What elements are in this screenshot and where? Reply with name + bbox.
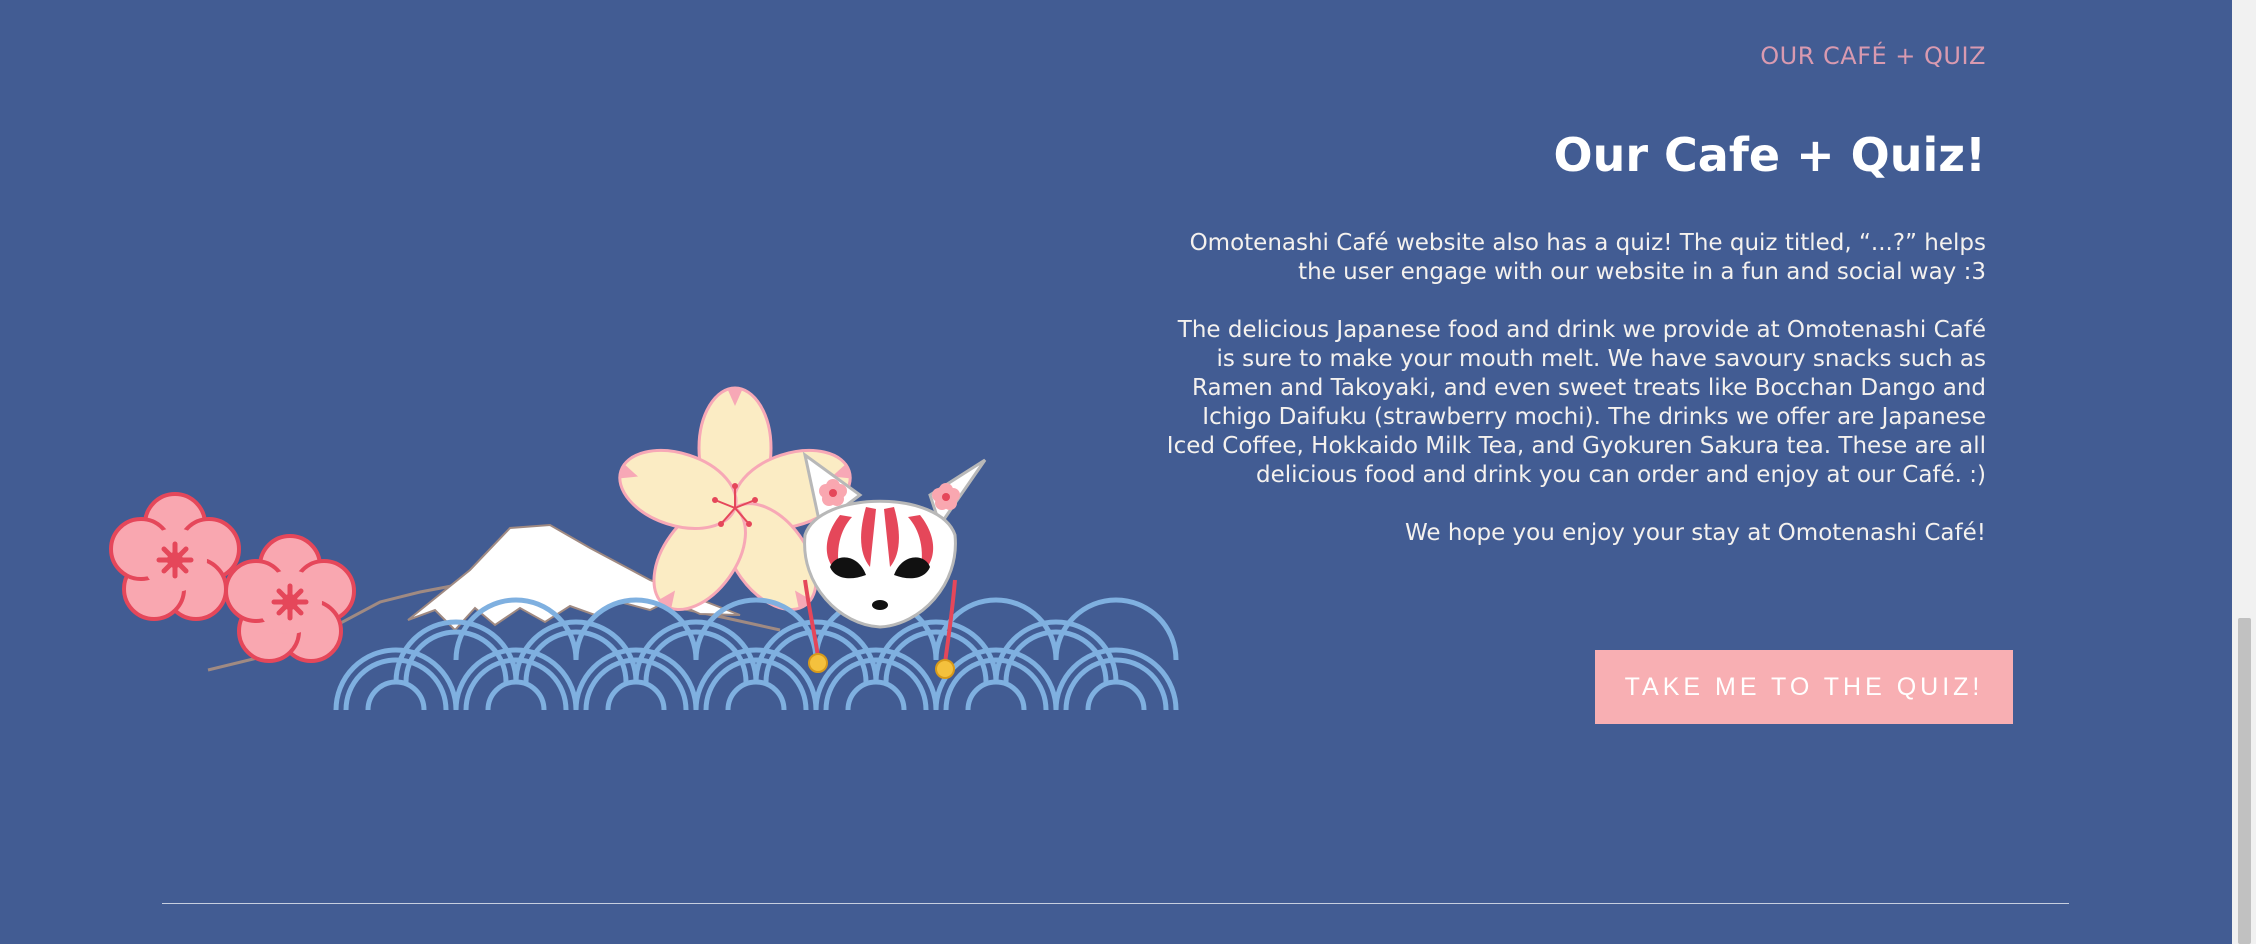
food-paragraph: The delicious Japanese food and drink we…	[1166, 317, 1986, 488]
plum-blossom-icon	[224, 534, 356, 663]
section-body: Omotenashi Café website also has a quiz!…	[1156, 229, 1986, 577]
cafe-illustration	[109, 386, 1179, 711]
section-title: Our Cafe + Quiz!	[1553, 128, 1986, 182]
section-eyebrow: OUR CAFÉ + QUIZ	[1760, 42, 1986, 70]
welcome-paragraph: We hope you enjoy your stay at Omotenash…	[1404, 520, 1986, 546]
scrollbar-thumb[interactable]	[2238, 618, 2251, 944]
footer-divider	[162, 903, 2069, 904]
vertical-scrollbar[interactable]	[2232, 0, 2256, 944]
plum-blossom-icon	[109, 492, 241, 621]
take-quiz-button[interactable]: TAKE ME TO THE QUIZ!	[1595, 650, 2013, 724]
page: OUR CAFÉ + QUIZ Our Cafe + Quiz! Omotena…	[0, 0, 2232, 944]
kitsune-mask-icon	[802, 451, 987, 679]
quiz-intro-paragraph: Omotenashi Café website also has a quiz!…	[1189, 230, 1986, 285]
